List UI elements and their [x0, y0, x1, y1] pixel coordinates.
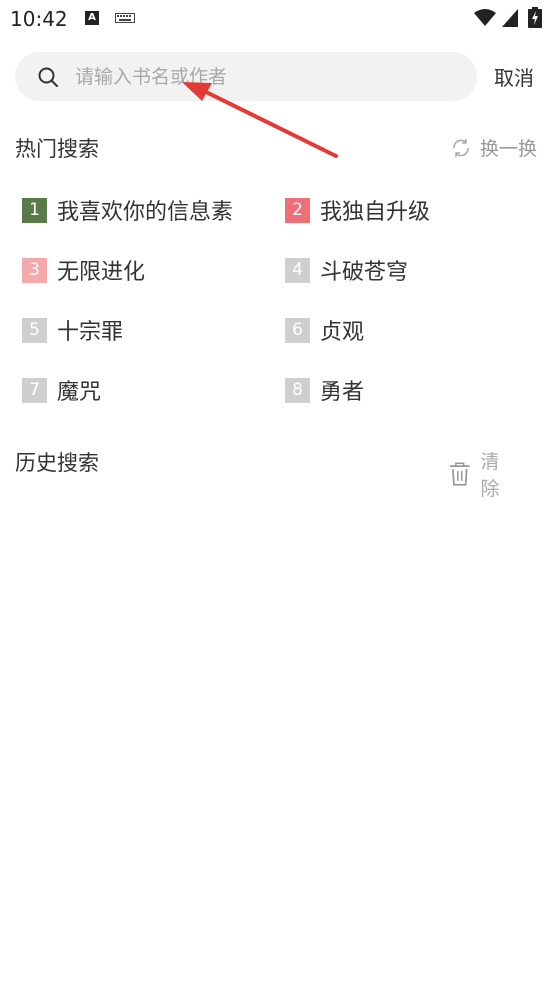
cancel-button[interactable]: 取消 [494, 62, 534, 91]
status-bar: 10:42 A [0, 0, 553, 38]
rank-badge: 2 [285, 197, 310, 223]
search-input[interactable] [75, 52, 465, 101]
rank-badge: 4 [285, 257, 310, 283]
clear-history-button[interactable]: 清除 [448, 447, 553, 501]
clear-label: 清除 [480, 451, 518, 500]
hot-search-label: 勇者 [320, 380, 365, 405]
signal-icon [502, 9, 518, 27]
hot-search-item[interactable]: 8 勇者 [285, 374, 364, 406]
hot-search-item[interactable]: 2 我独自升级 [285, 194, 430, 226]
rank-badge: 5 [22, 317, 47, 343]
search-box [15, 52, 477, 101]
rank-badge: 6 [285, 317, 310, 343]
hot-search-label: 斗破苍穹 [320, 260, 409, 285]
battery-charging-icon [528, 7, 542, 28]
refresh-icon [453, 138, 469, 157]
hot-search-label: 魔咒 [57, 380, 102, 405]
hot-search-label: 无限进化 [57, 260, 146, 285]
trash-icon [449, 462, 470, 486]
hot-search-item[interactable]: 7 魔咒 [22, 374, 101, 406]
hot-search-label: 贞观 [320, 320, 365, 345]
hot-search-label: 我喜欢你的信息素 [57, 200, 234, 225]
hot-search-item[interactable]: 3 无限进化 [22, 254, 145, 286]
hot-search-title: 热门搜索 [15, 137, 99, 161]
keyboard-icon [115, 13, 135, 23]
refresh-label: 换一换 [480, 138, 538, 160]
a-notification-icon: A [85, 11, 99, 25]
status-time: 10:42 [10, 7, 68, 31]
rank-badge: 3 [22, 257, 47, 283]
rank-badge: 7 [22, 377, 47, 403]
rank-badge: 8 [285, 377, 310, 403]
rank-badge: 1 [22, 197, 47, 223]
hot-search-item[interactable]: 5 十宗罪 [22, 314, 123, 346]
search-icon [38, 67, 58, 87]
hot-search-item[interactable]: 6 贞观 [285, 314, 364, 346]
hot-search-item[interactable]: 4 斗破苍穹 [285, 254, 408, 286]
wifi-icon [474, 9, 496, 26]
hot-search-label: 我独自升级 [320, 200, 431, 225]
hot-search-label: 十宗罪 [57, 320, 124, 345]
refresh-button[interactable]: 换一换 [450, 134, 537, 161]
history-search-title: 历史搜索 [15, 451, 99, 475]
hot-search-item[interactable]: 1 我喜欢你的信息素 [22, 194, 233, 226]
